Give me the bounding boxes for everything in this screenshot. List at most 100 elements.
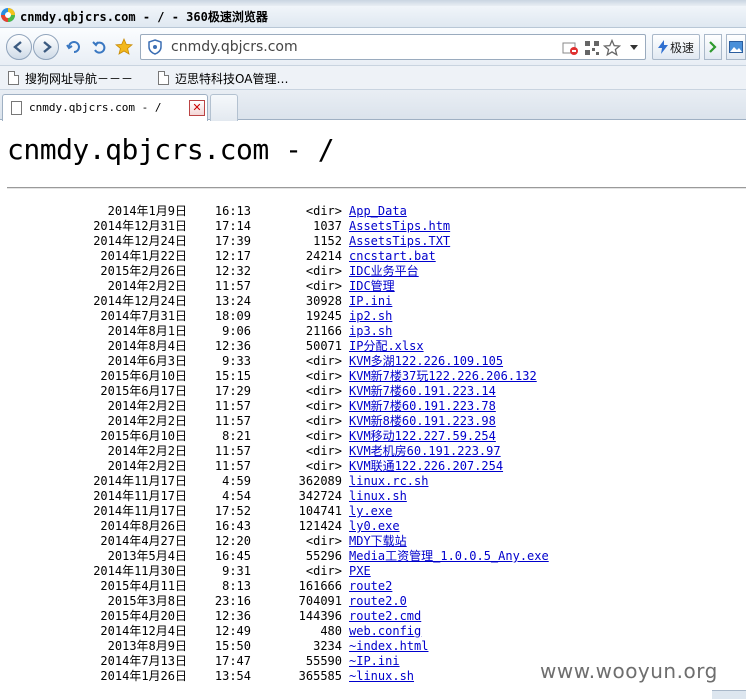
file-link[interactable]: KVM新7楼37玩122.226.206.132 — [349, 369, 537, 384]
file-link[interactable]: KVM新7楼60.191.223.78 — [349, 399, 496, 414]
file-link[interactable]: ip2.sh — [349, 309, 392, 324]
row-size: 55296 — [305, 549, 342, 563]
file-link[interactable]: ~IP.ini — [349, 654, 400, 669]
row-date: 2014年2月2日 — [107, 399, 187, 413]
file-link[interactable]: Media工资管理_1.0.0.5_Any.exe — [349, 549, 549, 564]
table-row: 2014年11月30日 9:31 <dir> PXE — [0, 564, 746, 579]
close-tab-button[interactable]: ✕ — [189, 100, 205, 116]
file-link[interactable]: ip3.sh — [349, 324, 392, 339]
speed-mode-label: 极速 — [669, 40, 694, 55]
table-row: 2014年12月24日 13:24 30928 IP.ini — [0, 294, 746, 309]
go-button[interactable] — [704, 34, 722, 60]
table-row: 2014年11月17日 17:52 104741 ly.exe — [0, 504, 746, 519]
undo-button[interactable] — [89, 37, 109, 57]
row-time: 16:43 — [214, 519, 251, 533]
table-row: 2013年5月4日 16:45 55296 Media工资管理_1.0.0.5_Any… — [0, 549, 746, 564]
row-time: 17:52 — [214, 504, 251, 518]
row-size: 50071 — [305, 339, 342, 353]
forward-button[interactable] — [33, 34, 59, 60]
chevron-right-icon — [709, 41, 717, 53]
file-link[interactable]: IP分配.xlsx — [349, 339, 424, 354]
file-link[interactable]: ly0.exe — [349, 519, 400, 534]
file-link[interactable]: linux.rc.sh — [349, 474, 428, 489]
file-link[interactable]: ~index.html — [349, 639, 428, 654]
arrow-left-icon — [13, 41, 22, 53]
lightning-icon — [657, 40, 668, 54]
row-size: 365585 — [298, 669, 342, 683]
row-size: 161666 — [298, 579, 342, 593]
file-link[interactable]: MDY下载站 — [349, 534, 407, 549]
file-link[interactable]: App_Data — [349, 204, 407, 219]
bookmark-item[interactable]: 迈思特科技OA管理… — [158, 70, 288, 86]
file-link[interactable]: ly.exe — [349, 504, 392, 519]
row-date: 2014年11月17日 — [93, 489, 187, 503]
bookmark-label: 迈思特科技OA管理… — [175, 71, 289, 86]
file-link[interactable]: KVM新8楼60.191.223.98 — [349, 414, 496, 429]
row-date: 2014年7月13日 — [100, 654, 187, 668]
page-content: cnmdy.qbjcrs.com - / 2014年1月9日 16:13 <dir>… — [0, 121, 746, 699]
qr-code-button[interactable] — [583, 39, 601, 57]
ad-block-button[interactable] — [561, 39, 579, 57]
back-button[interactable] — [6, 34, 32, 60]
favorites-button[interactable] — [114, 37, 134, 57]
file-link[interactable]: IP.ini — [349, 294, 392, 309]
file-link[interactable]: IDC管理 — [349, 279, 395, 294]
star-outline-icon — [603, 39, 621, 57]
row-time: 17:47 — [214, 654, 251, 668]
table-row: 2014年2月2日 11:57 <dir> IDC管理 — [0, 279, 746, 294]
url-input[interactable] — [169, 37, 549, 57]
row-time: 11:57 — [214, 279, 251, 293]
table-row: 2014年8月1日 9:06 21166 ip3.sh — [0, 324, 746, 339]
file-link[interactable]: KVM多湖122.226.109.105 — [349, 354, 503, 369]
speed-mode-button[interactable]: 极速 — [652, 34, 700, 60]
file-link[interactable]: AssetsTips.htm — [349, 219, 450, 234]
tab-active[interactable]: cnmdy.qbjcrs.com - / ✕ — [2, 94, 208, 121]
bookmark-page-button[interactable] — [603, 39, 621, 57]
row-time: 13:24 — [214, 294, 251, 308]
table-row: 2014年1月22日 12:17 24214 cncstart.bat — [0, 249, 746, 264]
row-time: 11:57 — [214, 414, 251, 428]
file-link[interactable]: linux.sh — [349, 489, 407, 504]
refresh-button[interactable] — [64, 37, 84, 57]
navigation-bar: 极速 — [0, 28, 746, 66]
table-row: 2014年8月4日 12:36 50071 IP分配.xlsx — [0, 339, 746, 354]
row-time: 8:13 — [222, 579, 251, 593]
row-date: 2014年1月22日 — [100, 249, 187, 263]
row-time: 15:15 — [214, 369, 251, 383]
row-time: 8:21 — [222, 429, 251, 443]
file-link[interactable]: AssetsTips.TXT — [349, 234, 450, 249]
row-size: 1037 — [313, 219, 342, 233]
file-link[interactable]: KVM联通122.226.207.254 — [349, 459, 503, 474]
file-link[interactable]: KVM新7楼60.191.223.14 — [349, 384, 496, 399]
row-size: <dir> — [305, 564, 342, 578]
new-tab-button[interactable] — [210, 94, 238, 121]
security-shield-icon — [148, 39, 162, 55]
star-icon — [115, 38, 133, 55]
table-row: 2015年4月20日 12:36 144396 route2.cmd — [0, 609, 746, 624]
table-row: 2014年4月27日 12:20 <dir> MDY下载站 — [0, 534, 746, 549]
file-link[interactable]: cncstart.bat — [349, 249, 436, 264]
row-date: 2014年6月3日 — [107, 354, 187, 368]
row-size: 30928 — [305, 294, 342, 308]
address-dropdown-button[interactable] — [625, 39, 643, 57]
page-icon — [8, 71, 19, 85]
file-link[interactable]: KVM移动122.227.59.254 — [349, 429, 496, 444]
row-time: 12:36 — [214, 609, 251, 623]
file-link[interactable]: KVM老机房60.191.223.97 — [349, 444, 501, 459]
file-link[interactable]: route2.0 — [349, 594, 407, 609]
file-link[interactable]: IDC业务平台 — [349, 264, 419, 279]
file-link[interactable]: web.config — [349, 624, 421, 639]
bookmark-item[interactable]: 搜狗网址导航－－－ — [8, 70, 133, 86]
address-bar[interactable] — [140, 34, 646, 60]
file-link[interactable]: route2.cmd — [349, 609, 421, 624]
row-time: 4:54 — [222, 489, 251, 503]
row-time: 16:13 — [214, 204, 251, 218]
extension-button[interactable] — [726, 34, 746, 60]
row-date: 2014年8月26日 — [100, 519, 187, 533]
file-link[interactable]: route2 — [349, 579, 392, 594]
table-row: 2014年8月26日 16:43 121424 ly0.exe — [0, 519, 746, 534]
row-time: 11:57 — [214, 399, 251, 413]
row-date: 2014年7月31日 — [100, 309, 187, 323]
file-link[interactable]: ~linux.sh — [349, 669, 414, 684]
file-link[interactable]: PXE — [349, 564, 371, 579]
